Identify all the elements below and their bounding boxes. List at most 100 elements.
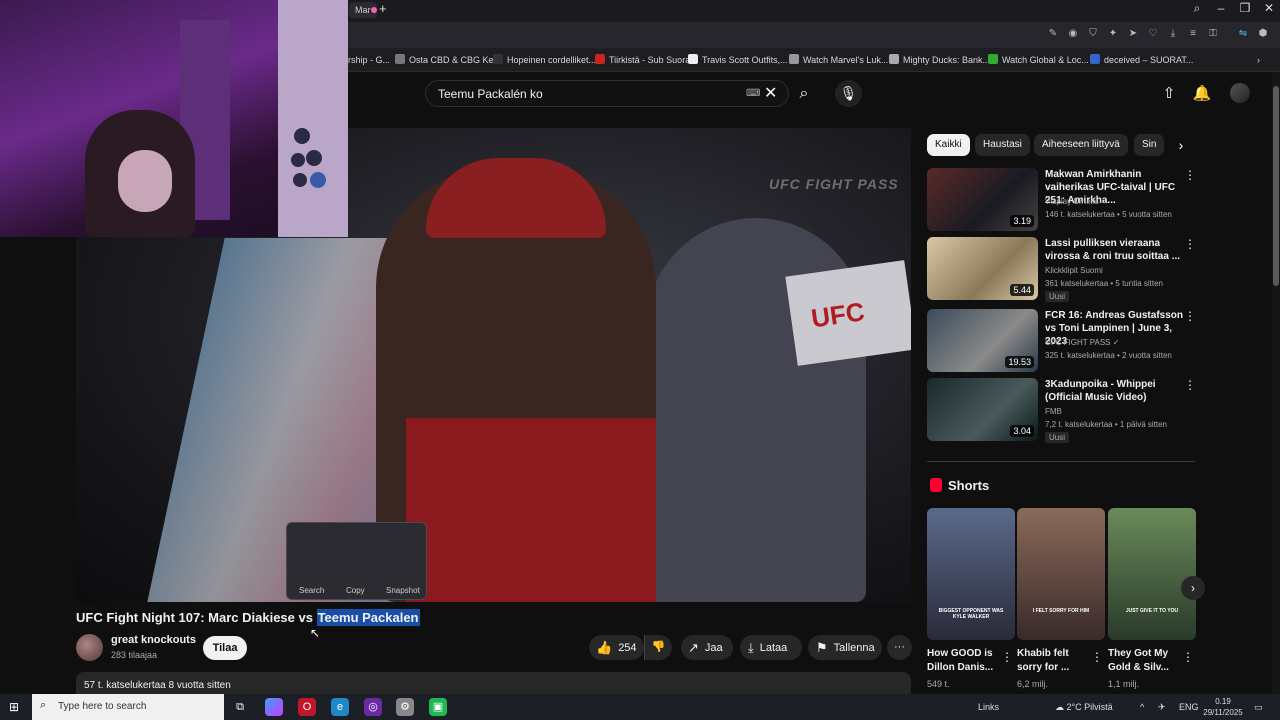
short-more-icon[interactable]: ⋮: [1091, 650, 1103, 664]
restore-icon[interactable]: ❐: [1235, 1, 1255, 15]
short-title[interactable]: How GOOD is Dillon Danis...: [927, 647, 997, 675]
bookmark-item[interactable]: Travis Scott Outfits,...: [688, 53, 788, 67]
bookmarks-overflow-icon[interactable]: ›: [1257, 53, 1260, 67]
channel-name[interactable]: great knockouts: [111, 634, 196, 646]
rec-channel[interactable]: FMB: [1045, 405, 1190, 418]
new-tab-icon[interactable]: +: [379, 1, 387, 16]
short-title[interactable]: Khabib felt sorry for ...: [1017, 647, 1087, 675]
settings-app-icon[interactable]: ⚙: [396, 698, 414, 716]
description-box[interactable]: 57 t. katselukertaa 8 vuotta sitten: [76, 672, 911, 696]
bookmark-item[interactable]: rship - G...: [348, 53, 390, 67]
shield-icon[interactable]: ⛉: [1086, 27, 1100, 41]
like-button[interactable]: 👍 254: [589, 635, 644, 660]
rec-channel[interactable]: Viaplay Urheilu: [1045, 195, 1190, 208]
short-caption: JUST GIVE IT TO YOU: [1125, 608, 1179, 614]
bookmark-item[interactable]: Osta CBD & CBG Ke...: [395, 53, 501, 67]
menu-icon[interactable]: ≡: [1186, 27, 1200, 41]
edge-icon[interactable]: e: [331, 698, 349, 716]
short-more-icon[interactable]: ⋮: [1182, 650, 1194, 664]
lock-icon[interactable]: ⚿: [1206, 27, 1220, 41]
bookmark-item[interactable]: Watch Marvel's Luk...: [789, 53, 888, 67]
rec-channel[interactable]: UFC FIGHT PASS ✓: [1045, 336, 1190, 349]
save-button[interactable]: ⚑ Tallenna: [808, 635, 882, 660]
clear-search-icon[interactable]: ✕: [764, 83, 777, 103]
chip-2[interactable]: Aiheeseen liittyvä: [1034, 134, 1128, 156]
mic-icon[interactable]: 🎙: [835, 80, 862, 107]
shorts-heading: Shorts: [948, 478, 990, 493]
popup-snapshot-button[interactable]: Snapshot: [386, 586, 420, 595]
close-window-icon[interactable]: ✕: [1259, 1, 1279, 15]
cube-icon[interactable]: ⬢: [1256, 27, 1270, 41]
taskbar-search[interactable]: ⌕ Type here to search: [32, 694, 224, 720]
scrollbar-thumb[interactable]: [1273, 86, 1279, 286]
network-icon[interactable]: ✈: [1158, 702, 1166, 713]
clock-time: 0.19: [1215, 697, 1231, 706]
short-thumbnail[interactable]: BIGGEST OPPONENT WAS KYLE WALKER: [927, 508, 1015, 640]
vpn-icon[interactable]: ⇋: [1236, 27, 1250, 41]
search-tabs-icon[interactable]: ⌕: [1187, 1, 1207, 16]
rec-thumbnail[interactable]: 19.53: [927, 309, 1038, 372]
task-view-icon[interactable]: ⧉: [231, 698, 249, 716]
channel-avatar[interactable]: [76, 634, 103, 661]
video-title-selection[interactable]: Teemu Packalen: [316, 609, 420, 626]
popup-search-button[interactable]: Search: [299, 586, 324, 595]
rec-title[interactable]: 3Kadunpoika - Whippei (Official Music Vi…: [1045, 378, 1183, 404]
taskbar-clock[interactable]: 0.19 29/11/2025: [1198, 696, 1248, 718]
bookmark-item[interactable]: Tiirkistä - Sub Suora: [595, 53, 690, 67]
notifications-icon[interactable]: ▭: [1254, 702, 1263, 713]
tray-chevron-icon[interactable]: ^: [1140, 702, 1144, 712]
search-input[interactable]: Teemu Packalén ko ⌨ ✕: [425, 80, 789, 107]
terminal-app-icon[interactable]: ▣: [429, 698, 447, 716]
heart-icon[interactable]: ♡: [1146, 27, 1160, 41]
upload-icon[interactable]: ⇧: [1159, 84, 1179, 104]
rec-thumbnail[interactable]: 3.04: [927, 378, 1038, 441]
rec-channel[interactable]: Klickklipit Suomi: [1045, 264, 1190, 277]
windows-start-icon[interactable]: ⊞: [9, 700, 19, 714]
send-icon[interactable]: ➤: [1126, 27, 1140, 41]
left-gutter: [0, 237, 76, 694]
bookmark-item[interactable]: Hopeinen cordelliket...: [493, 53, 596, 67]
rec-thumbnail[interactable]: 3.19: [927, 168, 1038, 231]
subscribe-button[interactable]: Tilaa: [203, 636, 247, 660]
rec-more-icon[interactable]: ⋮: [1184, 237, 1196, 251]
bell-icon[interactable]: 🔔: [1192, 84, 1212, 104]
extension-icon[interactable]: ✦: [1106, 27, 1120, 41]
rec-more-icon[interactable]: ⋮: [1184, 309, 1196, 323]
more-actions-button[interactable]: ···: [887, 635, 912, 660]
keyboard-icon[interactable]: ⌨: [746, 88, 760, 99]
shorts-next-icon[interactable]: ›: [1181, 576, 1205, 600]
short-thumbnail[interactable]: I FELT SORRY FOR HIM: [1017, 508, 1105, 640]
edit-icon[interactable]: ✎: [1046, 27, 1060, 41]
taskbar-links[interactable]: Links: [978, 702, 999, 712]
rec-title[interactable]: Lassi pulliksen vieraana virossa & roni …: [1045, 237, 1183, 263]
discord-icon[interactable]: ◎: [364, 698, 382, 716]
search-button[interactable]: ⌕: [789, 80, 819, 107]
bookmark-item[interactable]: deceived – SUORAT...: [1090, 53, 1193, 67]
account-avatar[interactable]: [1230, 83, 1250, 103]
minimize-icon[interactable]: –: [1211, 1, 1231, 15]
bookmark-item[interactable]: Mighty Ducks: Bank...: [889, 53, 990, 67]
short-thumbnail[interactable]: JUST GIVE IT TO YOU: [1108, 508, 1196, 640]
rec-more-icon[interactable]: ⋮: [1184, 378, 1196, 392]
save-label: Tallenna: [833, 642, 875, 654]
opera-icon[interactable]: O: [298, 698, 316, 716]
chevron-right-icon[interactable]: ›: [1170, 134, 1192, 156]
share-button[interactable]: ↗ Jaa: [681, 635, 733, 660]
copilot-icon[interactable]: [265, 698, 283, 716]
bookmark-favicon-icon: [688, 54, 698, 64]
chip-3[interactable]: Sin: [1134, 134, 1165, 156]
camera-icon[interactable]: ◉: [1066, 27, 1080, 41]
popup-copy-button[interactable]: Copy: [346, 586, 365, 595]
bookmark-item[interactable]: Watch Global & Loc...: [988, 53, 1089, 67]
short-title[interactable]: They Got My Gold & Silv...: [1108, 647, 1178, 675]
download-button[interactable]: ⤓ Lataa: [740, 635, 802, 660]
language-indicator[interactable]: ENG: [1179, 702, 1199, 712]
download-icon[interactable]: ⤓: [1166, 27, 1180, 41]
short-more-icon[interactable]: ⋮: [1001, 650, 1013, 664]
dislike-button[interactable]: 👎: [644, 635, 672, 660]
rec-thumbnail[interactable]: 5.44: [927, 237, 1038, 300]
chip-0[interactable]: Kaikki: [927, 134, 970, 156]
chip-1[interactable]: Haustasi: [975, 134, 1030, 156]
rec-more-icon[interactable]: ⋮: [1184, 168, 1196, 182]
weather-widget[interactable]: ☁ 2°C Pilvistä: [1055, 702, 1113, 713]
